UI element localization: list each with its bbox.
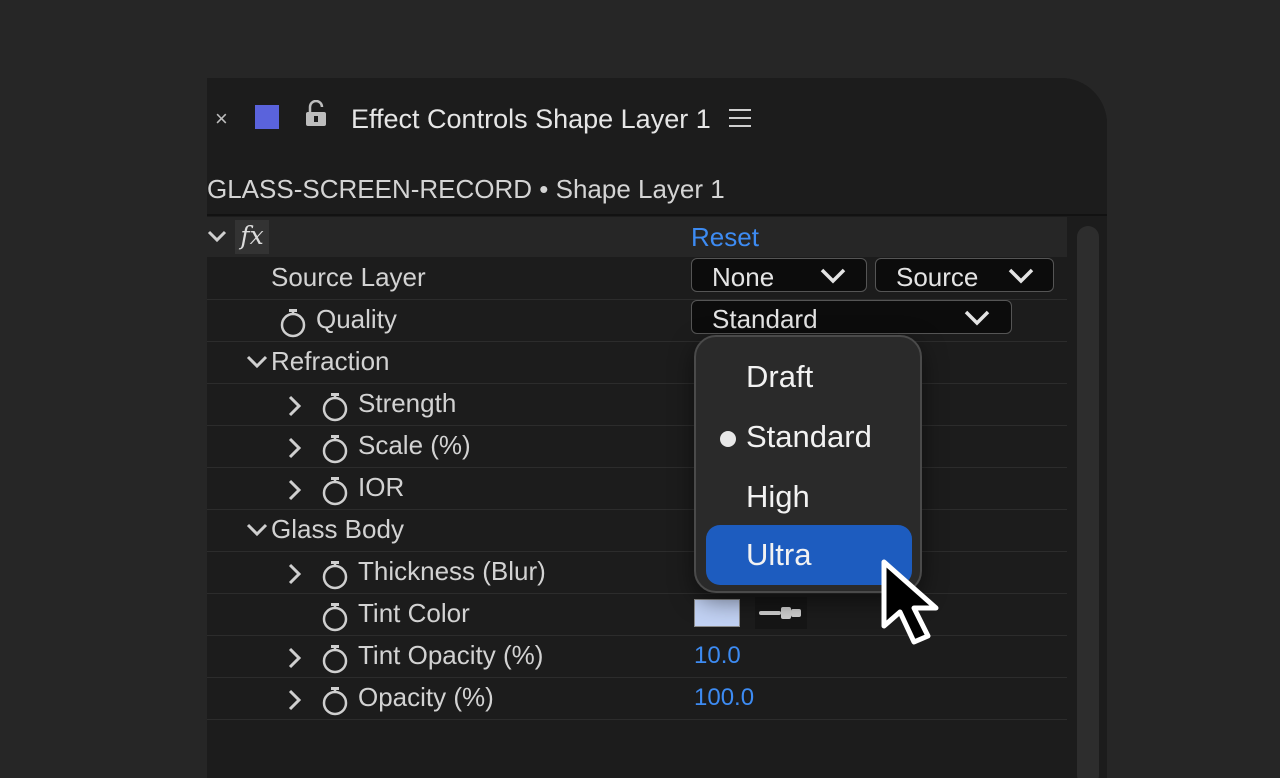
effect-controls-panel: × Effect Controls Shape Layer 1 GLASS-SC… <box>207 78 1107 778</box>
stopwatch-icon[interactable] <box>321 392 349 427</box>
chevron-right-icon[interactable] <box>287 478 303 507</box>
stopwatch-icon[interactable] <box>321 644 349 679</box>
effect-header-row: fx Reset <box>207 217 1067 257</box>
opacity-value[interactable]: 100.0 <box>694 684 754 712</box>
chevron-down-icon <box>964 310 990 331</box>
chevron-down-icon <box>1008 268 1034 289</box>
tint-opacity-value[interactable]: 10.0 <box>694 642 741 670</box>
stopwatch-icon[interactable] <box>321 434 349 469</box>
group-label: Refraction <box>271 346 390 376</box>
breadcrumb: GLASS-SCREEN-RECORD • Shape Layer 1 <box>207 174 725 204</box>
unlocked-icon[interactable] <box>305 99 327 133</box>
layer-color-swatch <box>255 105 279 129</box>
property-row-strength: Strength <box>207 384 1067 426</box>
chevron-down-icon[interactable] <box>207 225 227 252</box>
header-divider <box>207 214 1107 216</box>
property-row-source-layer: Source Layer None Source <box>207 258 1067 300</box>
panel-titlebar: × Effect Controls Shape Layer 1 <box>207 78 1107 162</box>
chevron-down-icon[interactable] <box>245 520 269 545</box>
stopwatch-icon[interactable] <box>279 308 307 343</box>
hamburger-menu-icon[interactable] <box>729 108 751 133</box>
property-label: IOR <box>358 472 405 502</box>
chevron-right-icon[interactable] <box>287 646 303 675</box>
property-label: Thickness (Blur) <box>358 556 546 586</box>
property-label: Tint Color <box>358 598 470 628</box>
property-label: Strength <box>358 388 457 418</box>
close-icon[interactable]: × <box>215 105 228 133</box>
quality-dropdown-menu: Draft Standard High Ultra <box>694 335 922 593</box>
stopwatch-icon[interactable] <box>321 686 349 721</box>
property-label: Scale (%) <box>358 430 471 460</box>
property-label: Source Layer <box>271 262 426 292</box>
selected-bullet-icon <box>720 431 736 447</box>
fx-toggle-icon[interactable]: fx <box>235 220 269 254</box>
mouse-pointer-icon <box>878 556 970 653</box>
quality-select[interactable]: Standard <box>691 300 1012 334</box>
source-layer-select[interactable]: None <box>691 258 867 292</box>
chevron-down-icon[interactable] <box>245 352 269 377</box>
chevron-right-icon[interactable] <box>287 688 303 717</box>
chevron-down-icon <box>820 268 846 289</box>
stopwatch-icon[interactable] <box>321 602 349 637</box>
group-label: Glass Body <box>271 514 404 544</box>
menu-option-standard[interactable]: Standard <box>696 407 920 467</box>
panel-title: Effect Controls Shape Layer 1 <box>351 104 711 134</box>
stopwatch-icon[interactable] <box>321 476 349 511</box>
property-label: Tint Opacity (%) <box>358 640 544 670</box>
group-row-refraction: Refraction <box>207 342 1067 384</box>
property-row-scale: Scale (%) <box>207 426 1067 468</box>
chevron-right-icon[interactable] <box>287 394 303 423</box>
menu-option-high[interactable]: High <box>696 467 920 527</box>
property-row-opacity: Opacity (%) 100.0 <box>207 678 1067 720</box>
eyedropper-icon[interactable] <box>755 597 807 629</box>
property-label: Opacity (%) <box>358 682 494 712</box>
chevron-right-icon[interactable] <box>287 562 303 591</box>
vertical-scrollbar[interactable] <box>1077 226 1099 778</box>
tint-color-swatch[interactable] <box>694 599 740 627</box>
property-row-quality: Quality Standard <box>207 300 1067 342</box>
reset-button[interactable]: Reset <box>691 222 759 253</box>
property-label: Quality <box>316 304 397 334</box>
group-row-glass-body: Glass Body <box>207 510 1067 552</box>
source-channel-select[interactable]: Source <box>875 258 1054 292</box>
property-row-ior: IOR <box>207 468 1067 510</box>
menu-option-draft[interactable]: Draft <box>696 347 920 407</box>
stopwatch-icon[interactable] <box>321 560 349 595</box>
chevron-right-icon[interactable] <box>287 436 303 465</box>
